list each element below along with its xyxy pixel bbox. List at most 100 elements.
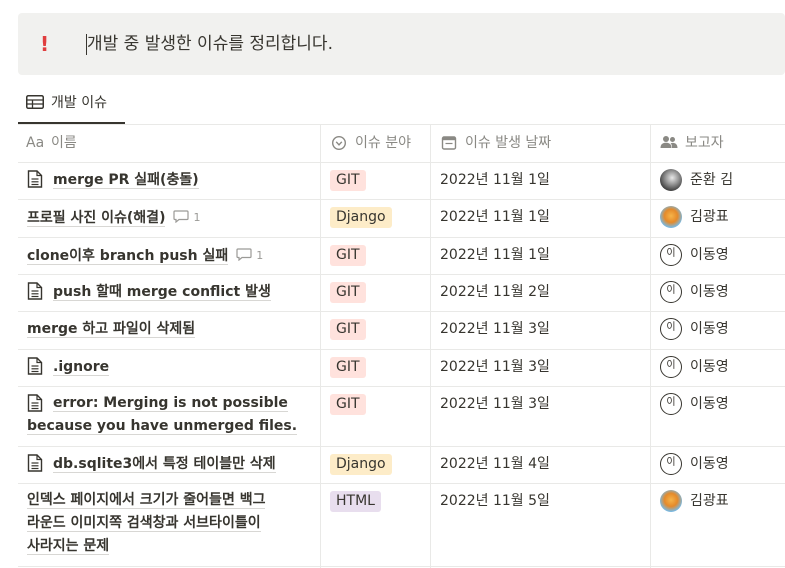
issue-date: 2022년 11월 4일 xyxy=(440,456,550,472)
avatar xyxy=(660,169,682,191)
page-title-text: .ignore xyxy=(53,359,110,376)
avatar: 이 xyxy=(660,356,682,378)
issue-date: 2022년 11월 2일 xyxy=(440,284,550,300)
avatar: 이 xyxy=(660,244,682,266)
column-header-label: 이름 xyxy=(51,135,77,151)
issue-date: 2022년 11월 1일 xyxy=(440,209,550,225)
page-title-link[interactable]: 프로필 사진 이슈(해결) 1 xyxy=(27,206,200,230)
table-icon xyxy=(26,95,44,109)
avatar-initial: 이 xyxy=(666,360,676,371)
table-row[interactable]: merge 하고 파일이 삭제됨 GIT 2022년 11월 3일 이 이동영 xyxy=(18,311,785,349)
column-header-category[interactable]: 이슈 분야 xyxy=(321,125,430,162)
page-title-link[interactable]: error: Merging is not possible because yo… xyxy=(27,392,298,438)
callout-block: ! 개발 중 발생한 이슈를 정리합니다. xyxy=(18,13,785,75)
callout-text[interactable]: 개발 중 발생한 이슈를 정리합니다. xyxy=(87,34,333,55)
page-icon xyxy=(27,170,43,192)
comment-icon xyxy=(236,248,256,262)
table-row[interactable]: push 할때 merge conflict 발생 GIT 2022년 11월 2일… xyxy=(18,274,785,311)
comment-icon xyxy=(173,210,193,224)
table-row[interactable]: .ignore GIT 2022년 11월 3일 이 이동영 xyxy=(18,349,785,386)
reporter-name: 이동영 xyxy=(690,456,729,472)
reporter-name: 이동영 xyxy=(690,321,729,337)
category-tag[interactable]: Django xyxy=(330,454,392,475)
page-title-text: 라운드 이미지쪽 검색창과 서브타이틀이 xyxy=(27,515,261,532)
page-title-text: error: Merging is not possible xyxy=(53,395,288,412)
reporter-name: 김광표 xyxy=(690,493,729,509)
issue-date: 2022년 11월 5일 xyxy=(440,493,550,509)
category-tag[interactable]: GIT xyxy=(330,282,366,303)
comment-count[interactable]: 1 xyxy=(173,206,200,229)
column-header-name[interactable]: Aa 이름 xyxy=(18,125,320,162)
page-title-link[interactable]: clone이후 branch push 실패 1 xyxy=(27,244,263,268)
avatar: 이 xyxy=(660,393,682,415)
issue-date: 2022년 11월 3일 xyxy=(440,321,550,337)
page-title-link[interactable]: push 할때 merge conflict 발생 xyxy=(53,281,271,304)
reporter-name: 김광표 xyxy=(690,209,729,225)
reporter-name: 이동영 xyxy=(690,359,729,375)
avatar xyxy=(660,206,682,228)
page-icon xyxy=(27,394,43,416)
category-tag[interactable]: GIT xyxy=(330,319,366,340)
table-row[interactable]: 프로필 사진 이슈(해결) 1 Django 2022년 11월 1일 김광표 xyxy=(18,199,785,237)
reporter-name: 이동영 xyxy=(690,396,729,412)
page-icon xyxy=(27,454,43,476)
issue-date: 2022년 11월 1일 xyxy=(440,172,550,188)
page-title-text: merge PR 실패(충돌) xyxy=(53,172,199,189)
category-tag[interactable]: GIT xyxy=(330,394,366,415)
page-title-link[interactable]: merge 하고 파일이 삭제됨 xyxy=(27,318,196,341)
page-title-link[interactable]: merge PR 실패(충돌) xyxy=(53,169,199,192)
column-header-date[interactable]: 이슈 발생 날짜 xyxy=(431,125,650,162)
comment-count-label: 1 xyxy=(193,211,201,224)
row-divider xyxy=(18,566,785,567)
calendar-icon xyxy=(441,136,457,150)
avatar-initial: 이 xyxy=(666,397,676,408)
table-row[interactable]: 인덱스 페이지에서 크기가 줄어들면 백그라운드 이미지쪽 검색창과 서브타이틀… xyxy=(18,483,785,565)
page-title-text: db.sqlite3에서 특정 테이블만 삭제 xyxy=(53,456,276,473)
page-icon xyxy=(27,282,43,304)
page-title-text: push 할때 merge conflict 발생 xyxy=(53,284,271,301)
column-header-label: 보고자 xyxy=(685,135,724,151)
avatar: 이 xyxy=(660,318,682,340)
issue-date: 2022년 11월 3일 xyxy=(440,359,550,375)
text-type-icon: Aa xyxy=(26,135,45,151)
page-title-text: clone이후 branch push 실패 xyxy=(27,248,229,265)
table-row[interactable]: db.sqlite3에서 특정 테이블만 삭제 Django 2022년 11월 4… xyxy=(18,446,785,483)
issue-date: 2022년 11월 1일 xyxy=(440,247,550,263)
table-row[interactable]: clone이후 branch push 실패 1 GIT 2022년 11월 1일 이 이… xyxy=(18,237,785,274)
category-tag[interactable]: Django xyxy=(330,207,392,228)
avatar-initial: 이 xyxy=(666,285,676,296)
reporter-name: 이동영 xyxy=(690,247,729,263)
page-title-link[interactable]: .ignore xyxy=(53,356,110,379)
comment-count[interactable]: 1 xyxy=(236,244,263,267)
page-title-text: 인덱스 페이지에서 크기가 줄어들면 백그 xyxy=(27,492,266,509)
category-tag[interactable]: GIT xyxy=(330,245,366,266)
category-tag[interactable]: GIT xyxy=(330,170,366,191)
page-icon xyxy=(27,357,43,379)
avatar-initial: 이 xyxy=(666,248,676,259)
avatar xyxy=(660,490,682,512)
people-icon xyxy=(660,136,678,148)
tab-label: 개발 이슈 xyxy=(51,95,107,111)
column-header-reporter[interactable]: 보고자 xyxy=(651,125,785,162)
page-title-link[interactable]: db.sqlite3에서 특정 테이블만 삭제 xyxy=(53,453,276,476)
tab-dev-issues[interactable]: 개발 이슈 xyxy=(18,86,125,124)
comment-count-label: 1 xyxy=(256,249,264,262)
column-header-label: 이슈 분야 xyxy=(355,135,411,151)
page-title-text: because you have unmerged files. xyxy=(27,418,298,435)
table-row[interactable]: error: Merging is not possible because yo… xyxy=(18,386,785,446)
table-row[interactable]: merge PR 실패(충돌) GIT 2022년 11월 1일 준환 김 xyxy=(18,162,785,199)
select-icon xyxy=(331,135,347,151)
reporter-name: 준환 김 xyxy=(690,172,734,188)
avatar-initial: 이 xyxy=(666,457,676,468)
page-title-text: merge 하고 파일이 삭제됨 xyxy=(27,321,196,338)
exclamation-icon: ! xyxy=(40,32,50,56)
issue-date: 2022년 11월 3일 xyxy=(440,396,550,412)
reporter-name: 이동영 xyxy=(690,284,729,300)
page-title-link[interactable]: 인덱스 페이지에서 크기가 줄어들면 백그라운드 이미지쪽 검색창과 서브타이틀… xyxy=(27,489,266,558)
category-tag[interactable]: HTML xyxy=(330,491,381,512)
page-title-text: 사라지는 문제 xyxy=(27,538,110,555)
category-tag[interactable]: GIT xyxy=(330,357,366,378)
avatar-initial: 이 xyxy=(666,322,676,333)
page-title-text: 프로필 사진 이슈(해결) xyxy=(27,210,166,227)
avatar: 이 xyxy=(660,453,682,475)
